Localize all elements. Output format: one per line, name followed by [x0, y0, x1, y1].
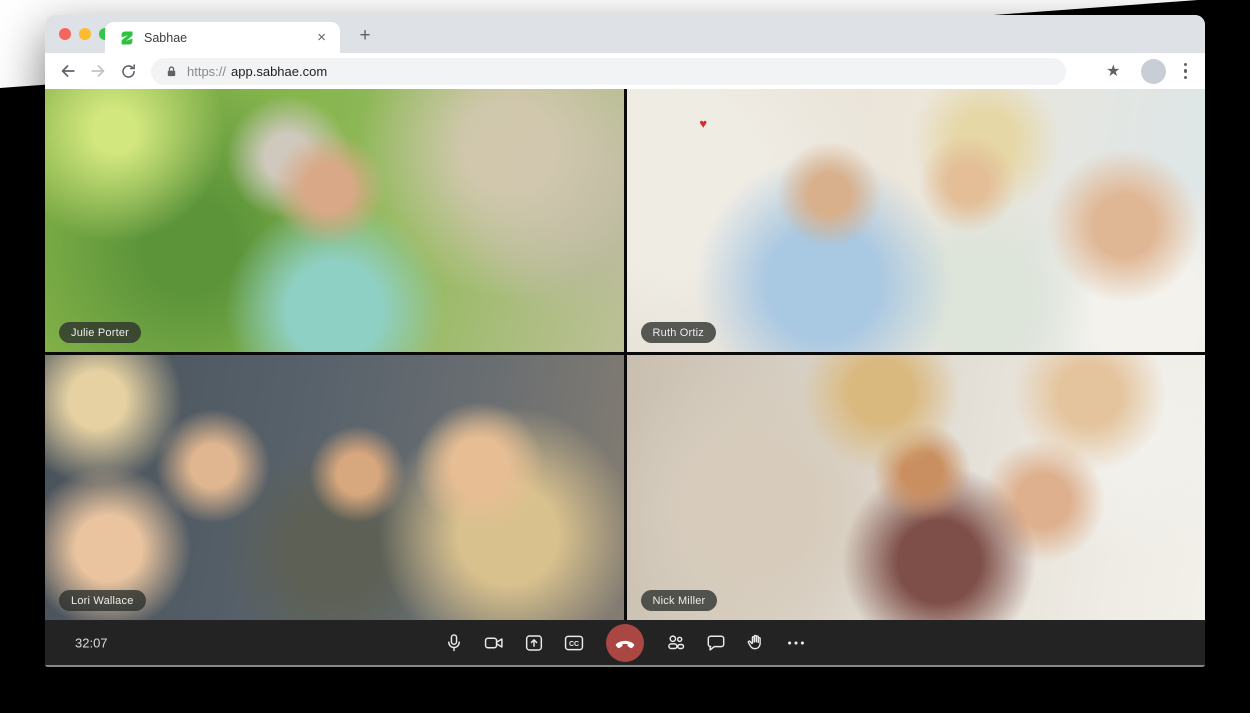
camera-button[interactable]: [482, 631, 506, 655]
chat-button[interactable]: [704, 631, 728, 655]
window-close-button[interactable]: [59, 28, 71, 40]
raise-hand-icon: [745, 632, 767, 654]
microphone-icon: [443, 632, 465, 654]
reload-icon[interactable]: [115, 58, 141, 84]
tab-title: Sabhae: [144, 31, 313, 45]
sabhae-logo-icon: [119, 30, 135, 46]
window-minimize-button[interactable]: [79, 28, 91, 40]
participants-button[interactable]: [664, 631, 688, 655]
address-bar-actions: ★: [1100, 59, 1193, 84]
heart-decoration: ♥: [699, 117, 707, 130]
video-tile-nick-miller[interactable]: Nick Miller: [627, 355, 1206, 620]
browser-menu-icon[interactable]: [1178, 59, 1194, 84]
participant-name-badge: Lori Wallace: [59, 590, 146, 611]
video-tile-julie-porter[interactable]: Julie Porter: [45, 89, 624, 352]
new-tab-button[interactable]: +: [352, 23, 378, 49]
raise-hand-button[interactable]: [744, 631, 768, 655]
tab-close-icon[interactable]: ×: [313, 28, 330, 47]
window-controls: [59, 28, 111, 40]
end-call-icon: [613, 631, 637, 655]
participants-icon: [665, 632, 687, 654]
profile-avatar[interactable]: [1141, 59, 1166, 84]
captions-button[interactable]: CC: [562, 631, 586, 655]
call-timer: 32:07: [75, 635, 108, 650]
chat-icon: [705, 632, 727, 654]
forward-icon: [85, 58, 111, 84]
url-address-field[interactable]: https:// app.sabhae.com: [151, 58, 1066, 85]
captions-icon: CC: [563, 632, 585, 654]
participant-name-badge: Nick Miller: [641, 590, 718, 611]
video-grid: Julie Porter ♥ Ruth Ortiz Lori Wallace N…: [45, 89, 1205, 620]
camera-icon: [483, 632, 505, 654]
svg-text:CC: CC: [569, 640, 579, 647]
more-icon: [785, 632, 807, 654]
video-tile-ruth-ortiz[interactable]: ♥ Ruth Ortiz: [627, 89, 1206, 352]
video-tile-lori-wallace[interactable]: Lori Wallace: [45, 355, 624, 620]
back-icon[interactable]: [55, 58, 81, 84]
more-options-button[interactable]: [784, 631, 808, 655]
participant-name-badge: Ruth Ortiz: [641, 322, 717, 343]
share-screen-button[interactable]: [522, 631, 546, 655]
browser-tab[interactable]: Sabhae ×: [105, 22, 340, 53]
end-call-button[interactable]: [606, 624, 644, 662]
url-protocol: https://: [187, 64, 226, 79]
browser-address-row: https:// app.sabhae.com ★: [45, 53, 1205, 89]
lock-icon: [165, 65, 178, 78]
participant-name-badge: Julie Porter: [59, 322, 141, 343]
share-screen-icon: [523, 632, 545, 654]
browser-tab-bar: Sabhae × +: [45, 15, 1205, 53]
microphone-button[interactable]: [442, 631, 466, 655]
call-controls: CC: [442, 624, 808, 662]
browser-window: Sabhae × + https:// app.sabhae.com ★: [45, 15, 1205, 667]
bookmark-star-icon[interactable]: ★: [1100, 61, 1126, 81]
call-toolbar: 32:07: [45, 620, 1205, 667]
url-host: app.sabhae.com: [231, 64, 327, 79]
